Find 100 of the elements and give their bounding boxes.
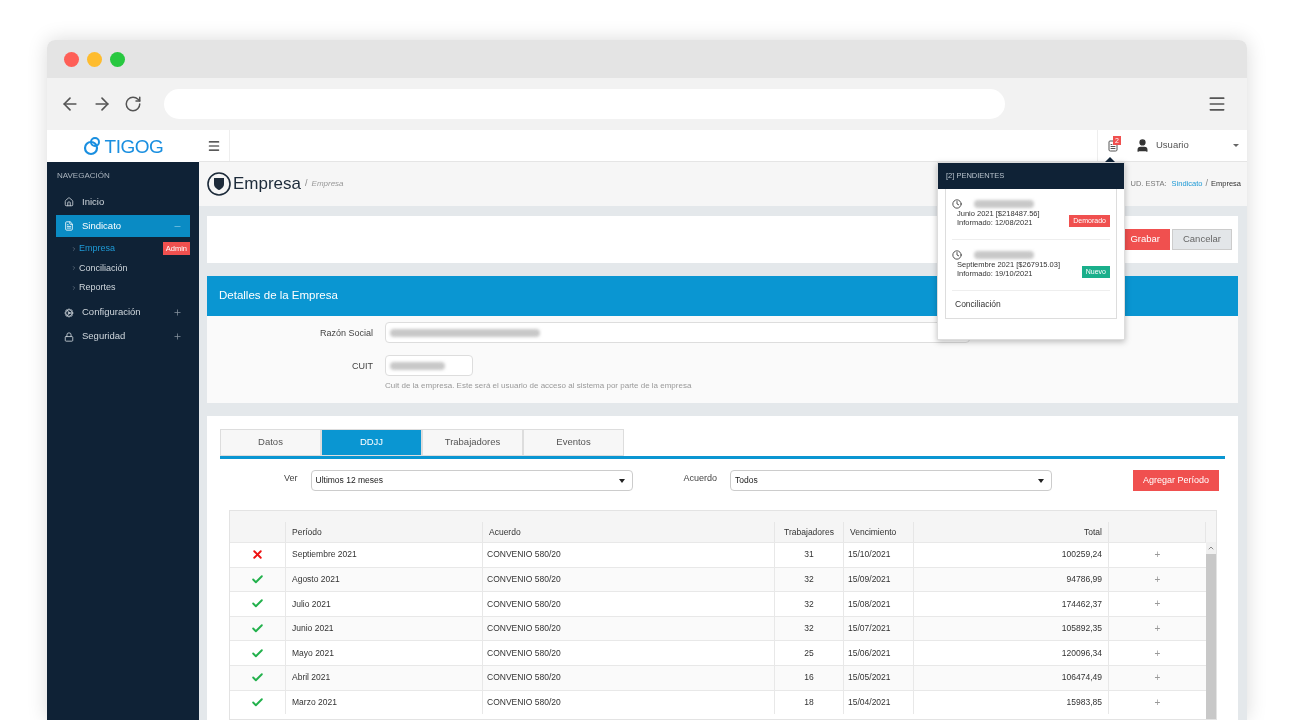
tab[interactable]: Datos bbox=[220, 429, 321, 456]
shield-icon bbox=[207, 172, 231, 196]
table-cell: CONVENIO 580/20 bbox=[487, 671, 561, 685]
maximize-window-button[interactable] bbox=[110, 51, 125, 67]
caret-icon bbox=[618, 478, 625, 483]
home-icon bbox=[64, 197, 74, 207]
user-avatar-icon bbox=[1135, 138, 1150, 153]
table-cell: CONVENIO 580/20 bbox=[487, 646, 561, 660]
help-text: Cuit de la empresa. Este será el usuario de acceso al sistema por parte de la empresa bbox=[385, 380, 692, 392]
filter-label: Acuerdo bbox=[683, 472, 718, 485]
dropdown-footer-link[interactable]: Conciliación bbox=[952, 291, 1110, 318]
gears-icon bbox=[64, 307, 74, 318]
table-cell: 32 bbox=[804, 622, 814, 635]
table-cell: CONVENIO 580/20 bbox=[487, 696, 561, 709]
column-header: Trabajadores bbox=[784, 525, 834, 539]
tab[interactable]: Eventos bbox=[523, 429, 624, 456]
table-cell: 174462,37 bbox=[1061, 597, 1102, 611]
notifications-icon[interactable] bbox=[1106, 139, 1119, 152]
table-cell: 105892,35 bbox=[1061, 622, 1102, 635]
clock-icon bbox=[952, 199, 962, 209]
cancel-button[interactable]: Cancelar bbox=[1171, 229, 1232, 250]
table-cell: 120096,34 bbox=[1061, 646, 1102, 660]
sidebar-item[interactable]: Sindicato bbox=[56, 215, 190, 237]
text-field[interactable] bbox=[385, 355, 473, 376]
redacted-text bbox=[390, 361, 445, 370]
redacted-text bbox=[974, 251, 1034, 259]
sidebar-item[interactable]: Configuración bbox=[56, 301, 190, 324]
table-cell: CONVENIO 580/20 bbox=[487, 597, 561, 611]
table-cell: CONVENIO 580/20 bbox=[487, 573, 561, 586]
bullet-icon bbox=[71, 245, 77, 252]
expand-icon[interactable] bbox=[173, 308, 182, 317]
table-cell: 15983,85 bbox=[1066, 696, 1102, 709]
table-cell: Abril 2021 bbox=[292, 671, 331, 685]
scroll-up-icon[interactable] bbox=[1207, 544, 1215, 552]
column-header: Período bbox=[292, 525, 322, 539]
table-cell: 15/06/2021 bbox=[848, 646, 891, 660]
table-cell: 32 bbox=[804, 573, 814, 586]
caret-icon bbox=[1038, 478, 1045, 483]
table-cell: CONVENIO 580/20 bbox=[487, 548, 561, 562]
menu-icon[interactable] bbox=[207, 138, 221, 153]
reload-icon[interactable] bbox=[124, 95, 142, 113]
filter-select[interactable]: Ultimos 12 meses bbox=[310, 470, 633, 491]
table-cell: 15/10/2021 bbox=[848, 548, 891, 562]
page-title: Empresa bbox=[233, 173, 302, 196]
panel-title: Detalles de la Empresa bbox=[219, 288, 338, 304]
menu-icon[interactable] bbox=[1207, 94, 1227, 114]
sidebar-subitem[interactable]: Conciliación bbox=[79, 261, 128, 275]
text-field[interactable] bbox=[385, 322, 970, 343]
table-cell: 25 bbox=[804, 646, 814, 660]
column-header: Vencimiento bbox=[850, 525, 897, 539]
sidebar-item[interactable]: Inicio bbox=[56, 191, 190, 213]
expand-icon[interactable] bbox=[173, 332, 182, 341]
error-icon bbox=[251, 548, 264, 562]
table-cell: Marzo 2021 bbox=[292, 696, 337, 709]
table-cell: CONVENIO 580/20 bbox=[487, 622, 561, 635]
bullet-icon bbox=[71, 284, 77, 291]
breadcrumb-separator: / bbox=[1205, 177, 1208, 191]
close-window-button[interactable] bbox=[64, 51, 79, 67]
logo-text: TIGOG bbox=[104, 136, 164, 156]
field-label: Razón Social bbox=[318, 327, 373, 340]
separator: / bbox=[305, 177, 308, 191]
field-label: CUIT bbox=[351, 360, 373, 373]
sidebar-item[interactable]: Seguridad bbox=[56, 325, 190, 348]
table-cell: 31 bbox=[804, 548, 814, 562]
table-cell: 94786,99 bbox=[1066, 573, 1102, 586]
column-header: Total bbox=[1084, 525, 1102, 539]
logo-icon bbox=[82, 136, 103, 156]
document-icon bbox=[64, 221, 74, 231]
table-cell: Mayo 2021 bbox=[292, 646, 335, 660]
tab[interactable]: Trabajadores bbox=[422, 429, 523, 456]
sidebar-subitem[interactable]: Reportes bbox=[79, 281, 116, 295]
filter-label: Ver bbox=[284, 472, 298, 485]
bullet-icon bbox=[71, 265, 77, 272]
table-cell: 15/04/2021 bbox=[848, 696, 891, 709]
table-cell: 18 bbox=[804, 696, 814, 709]
redacted-text bbox=[974, 200, 1034, 208]
filter-select[interactable]: Todos bbox=[730, 470, 1053, 491]
lock-icon bbox=[64, 331, 74, 342]
column-header: Acuerdo bbox=[489, 525, 521, 539]
check-icon bbox=[251, 695, 264, 709]
add-period-button[interactable]: Agregar Período bbox=[1132, 470, 1219, 491]
check-icon bbox=[251, 646, 264, 660]
caret-icon[interactable] bbox=[1233, 144, 1239, 147]
table-cell: 15/09/2021 bbox=[848, 573, 891, 586]
table-cell: 15/07/2021 bbox=[848, 622, 891, 635]
table-cell: 16 bbox=[804, 671, 814, 685]
table-cell: 15/08/2021 bbox=[848, 597, 891, 611]
table-cell: 106474,49 bbox=[1061, 671, 1102, 685]
table-cell: 32 bbox=[804, 597, 814, 611]
table-cell: 15/05/2021 bbox=[848, 671, 891, 685]
check-icon bbox=[251, 572, 264, 586]
table-cell: Septiembre 2021 bbox=[292, 548, 357, 562]
table-cell: Julio 2021 bbox=[292, 597, 331, 611]
table-cell: Junio 2021 bbox=[292, 622, 334, 635]
sidebar-subitem[interactable]: Empresa bbox=[79, 242, 115, 256]
sidebar-section-title: NAVEGACIÓN bbox=[56, 170, 111, 182]
page-subtitle: Empresa bbox=[311, 178, 344, 190]
user-name[interactable]: Usuario bbox=[1156, 138, 1189, 153]
table-cell: 100259,24 bbox=[1061, 548, 1102, 562]
clock-icon bbox=[952, 250, 962, 260]
